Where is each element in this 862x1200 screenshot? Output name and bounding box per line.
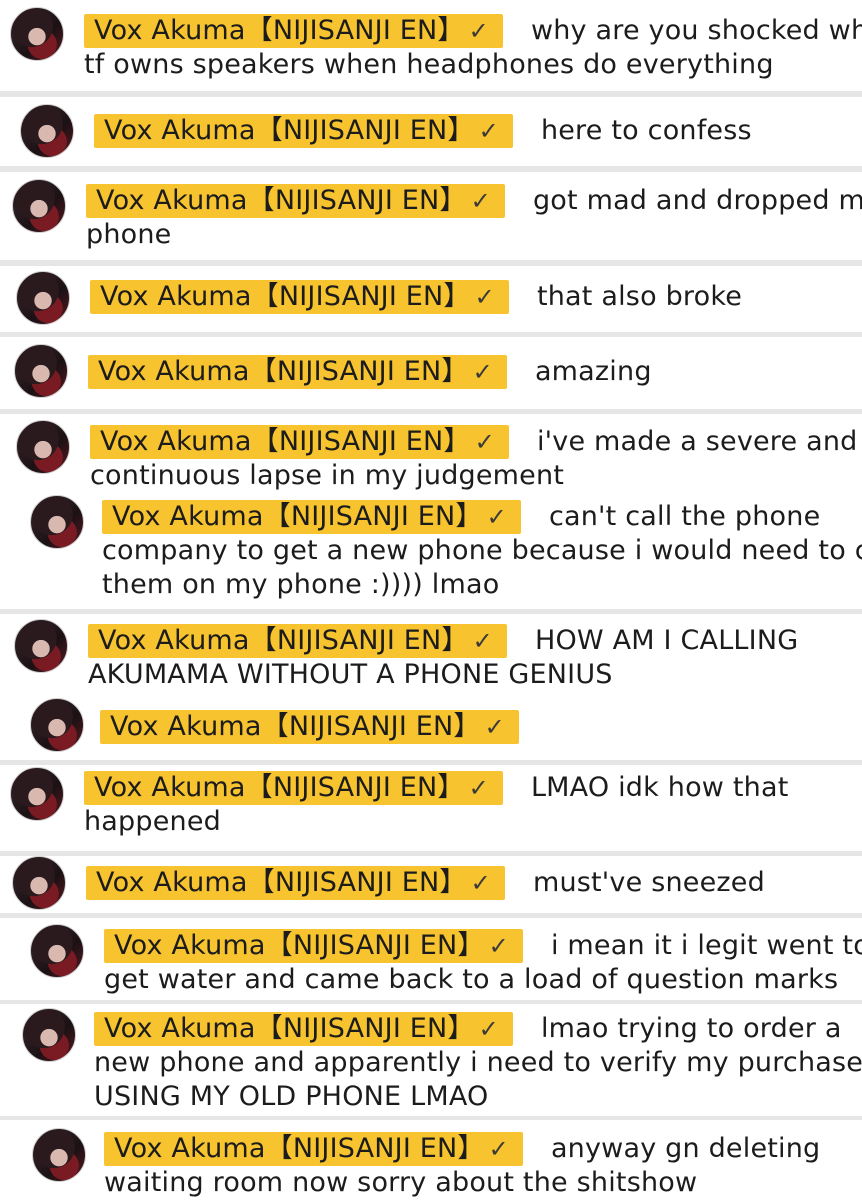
chat-log: { "author": { "name": "Vox Akuma【NIJISAN… (0, 0, 862, 1200)
chat-message: Vox Akuma【NIJISANJI EN】 ✓ amazing (0, 337, 862, 409)
check-icon: ✓ (478, 1015, 499, 1043)
author-name: Vox Akuma【NIJISANJI EN】 (100, 426, 471, 457)
author-name: Vox Akuma【NIJISANJI EN】 (104, 1013, 475, 1044)
author-badge[interactable]: Vox Akuma【NIJISANJI EN】 ✓ (102, 500, 521, 534)
author-badge[interactable]: Vox Akuma【NIJISANJI EN】 ✓ (90, 425, 509, 459)
author-badge[interactable]: Vox Akuma【NIJISANJI EN】 ✓ (100, 710, 519, 744)
check-icon: ✓ (472, 358, 493, 386)
author-badge[interactable]: Vox Akuma【NIJISANJI EN】 ✓ (104, 929, 523, 963)
check-icon: ✓ (486, 503, 507, 531)
message-text: amazing (534, 356, 652, 387)
chat-message: Vox Akuma【NIJISANJI EN】 ✓ i've made a seve… (0, 414, 862, 609)
author-badge[interactable]: Vox Akuma【NIJISANJI EN】 ✓ (104, 1132, 523, 1166)
message-text: here to confess (540, 115, 752, 146)
chat-message: Vox Akuma【NIJISANJI EN】 ✓ here to confess (0, 97, 862, 166)
message-text: get water and came back to a load of que… (104, 964, 839, 995)
author-name: Vox Akuma【NIJISANJI EN】 (94, 772, 465, 803)
chat-message: Vox Akuma【NIJISANJI EN】 ✓ must've sneezed (0, 856, 862, 913)
message-text: USING MY OLD PHONE LMAO (94, 1081, 489, 1112)
message-text: phone (86, 219, 172, 250)
check-icon: ✓ (470, 187, 491, 215)
avatar[interactable] (12, 856, 66, 910)
message-text: must've sneezed (532, 867, 765, 898)
check-icon: ✓ (484, 713, 505, 741)
avatar[interactable] (10, 7, 64, 61)
author-badge[interactable]: Vox Akuma【NIJISANJI EN】 ✓ (88, 355, 507, 389)
message-text: happened (84, 806, 222, 837)
check-icon: ✓ (474, 428, 495, 456)
message-text: continuous lapse in my judgement (90, 460, 565, 491)
author-badge[interactable]: Vox Akuma【NIJISANJI EN】 ✓ (94, 114, 513, 148)
avatar[interactable] (12, 179, 66, 233)
chat-message: Vox Akuma【NIJISANJI EN】 ✓ got mad and drop… (0, 172, 862, 260)
check-icon: ✓ (474, 283, 495, 311)
author-badge[interactable]: Vox Akuma【NIJISANJI EN】 ✓ (84, 14, 503, 48)
avatar[interactable] (10, 767, 64, 821)
avatar[interactable] (30, 495, 84, 549)
check-icon: ✓ (488, 1135, 509, 1163)
avatar[interactable] (32, 1128, 86, 1182)
author-badge[interactable]: Vox Akuma【NIJISANJI EN】 ✓ (90, 280, 509, 314)
message-text: LMAO idk how that (530, 772, 789, 803)
message-text: can't call the phone (548, 501, 821, 532)
message-text: got mad and dropped my (532, 185, 862, 216)
author-name: Vox Akuma【NIJISANJI EN】 (96, 185, 467, 216)
author-name: Vox Akuma【NIJISANJI EN】 (110, 711, 481, 742)
message-text: new phone and apparently i need to verif… (94, 1047, 862, 1078)
author-name: Vox Akuma【NIJISANJI EN】 (98, 356, 469, 387)
avatar[interactable] (30, 924, 84, 978)
avatar[interactable] (14, 619, 68, 673)
author-badge[interactable]: Vox Akuma【NIJISANJI EN】 ✓ (86, 184, 505, 218)
chat-message: Vox Akuma【NIJISANJI EN】 ✓ that also broke (0, 266, 862, 332)
chat-message: Vox Akuma【NIJISANJI EN】 ✓ HOW AM I CALLING… (0, 614, 862, 760)
author-name: Vox Akuma【NIJISANJI EN】 (96, 867, 467, 898)
message-text: i mean it i legit went to (550, 930, 862, 961)
check-icon: ✓ (470, 869, 491, 897)
chat-message: Vox Akuma【NIJISANJI EN】 ✓ anyway gn deleti… (0, 1120, 862, 1200)
author-name: Vox Akuma【NIJISANJI EN】 (94, 15, 465, 46)
message-text: why are you shocked who (530, 15, 862, 46)
author-name: Vox Akuma【NIJISANJI EN】 (114, 1133, 485, 1164)
author-name: Vox Akuma【NIJISANJI EN】 (98, 625, 469, 656)
author-name: Vox Akuma【NIJISANJI EN】 (100, 281, 471, 312)
check-icon: ✓ (478, 117, 499, 145)
message-text: tf owns speakers when headphones do ever… (84, 49, 774, 80)
message-text: AKUMAMA WITHOUT A PHONE GENIUS (88, 659, 613, 690)
author-name: Vox Akuma【NIJISANJI EN】 (114, 930, 485, 961)
message-text: lmao trying to order a (540, 1013, 842, 1044)
avatar[interactable] (20, 104, 74, 158)
author-badge[interactable]: Vox Akuma【NIJISANJI EN】 ✓ (84, 771, 503, 805)
avatar[interactable] (22, 1008, 76, 1062)
message-text: that also broke (536, 281, 743, 312)
check-icon: ✓ (472, 627, 493, 655)
chat-message: Vox Akuma【NIJISANJI EN】 ✓ LMAO idk how tha… (0, 765, 862, 851)
avatar[interactable] (14, 344, 68, 398)
message-text: anyway gn deleting (550, 1133, 821, 1164)
check-icon: ✓ (488, 932, 509, 960)
message-text: HOW AM I CALLING (534, 625, 799, 656)
message-text: i've made a severe and (536, 426, 858, 457)
chat-message: Vox Akuma【NIJISANJI EN】 ✓ lmao trying to o… (0, 1004, 862, 1116)
author-name: Vox Akuma【NIJISANJI EN】 (104, 115, 475, 146)
check-icon: ✓ (468, 774, 489, 802)
message-text: them on my phone :)))) lmao (102, 569, 500, 600)
chat-message: Vox Akuma【NIJISANJI EN】 ✓ why are you shoc… (0, 0, 862, 91)
avatar[interactable] (30, 698, 84, 752)
author-badge[interactable]: Vox Akuma【NIJISANJI EN】 ✓ (86, 866, 505, 900)
author-badge[interactable]: Vox Akuma【NIJISANJI EN】 ✓ (88, 624, 507, 658)
check-icon: ✓ (468, 17, 489, 45)
author-badge[interactable]: Vox Akuma【NIJISANJI EN】 ✓ (94, 1012, 513, 1046)
avatar[interactable] (16, 271, 70, 325)
chat-message: Vox Akuma【NIJISANJI EN】 ✓ i mean it i legi… (0, 918, 862, 1000)
avatar[interactable] (16, 420, 70, 474)
author-name: Vox Akuma【NIJISANJI EN】 (112, 501, 483, 532)
message-text: waiting room now sorry about the shitsho… (104, 1167, 698, 1198)
message-text: company to get a new phone because i wou… (102, 535, 862, 566)
